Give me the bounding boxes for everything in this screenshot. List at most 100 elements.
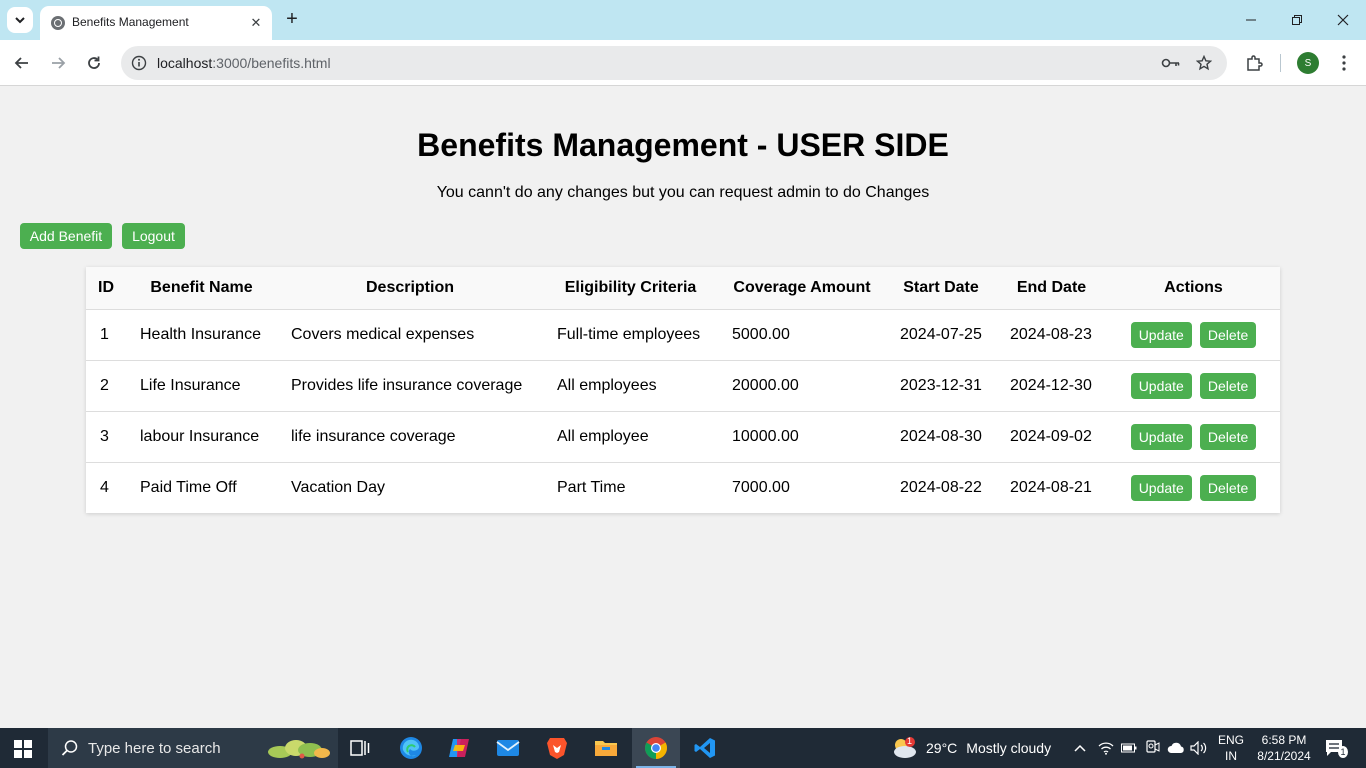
cell-actions: Update Delete [1107, 411, 1280, 463]
language-code: ENG [1218, 733, 1245, 747]
table-row: 1 Health Insurance Covers medical expens… [86, 309, 1280, 361]
copilot-icon [449, 739, 469, 757]
weather-cloud-icon [894, 737, 916, 758]
chevron-up-icon[interactable] [1071, 739, 1089, 757]
delete-button[interactable]: Delete [1199, 423, 1257, 450]
cell-actions: Update Delete [1107, 462, 1280, 513]
brave-lion-icon [547, 738, 567, 759]
cell-actions: Update Delete [1107, 309, 1280, 361]
cell-start-date: 2024-07-25 [886, 309, 996, 361]
forward-button[interactable] [45, 50, 71, 76]
chrome-icon [645, 737, 667, 759]
clock-time: 6:58 PM [1261, 733, 1307, 747]
profile-avatar[interactable]: S [1297, 52, 1319, 74]
browser-tab[interactable]: Benefits Management ✕ [40, 6, 272, 40]
onedrive-cloud-icon[interactable] [1167, 739, 1185, 757]
cell-eligibility: Part Time [557, 478, 626, 496]
header-benefit-name: Benefit Name [126, 267, 277, 310]
task-view-icon [350, 740, 370, 756]
url-text[interactable]: localhost:3000/benefits.html [157, 55, 331, 71]
taskbar-copilot[interactable] [435, 728, 483, 768]
cell-benefit-name: Life Insurance [126, 360, 277, 412]
taskbar-edge[interactable] [387, 728, 435, 768]
cell-description: Provides life insurance coverage [277, 360, 543, 412]
url-host: localhost [157, 55, 213, 71]
new-tab-button[interactable]: + [281, 8, 303, 30]
delete-button[interactable]: Delete [1199, 474, 1257, 501]
close-tab-icon[interactable]: ✕ [247, 14, 265, 32]
puzzle-icon [1247, 55, 1263, 71]
add-benefit-button[interactable]: Add Benefit [20, 223, 112, 249]
taskbar-brave[interactable] [533, 728, 581, 768]
reload-icon [88, 56, 100, 69]
password-key-icon[interactable] [1161, 53, 1181, 73]
header-actions: Actions [1107, 267, 1280, 310]
arrow-left-icon [14, 57, 28, 69]
header-id: ID [86, 267, 126, 310]
update-button[interactable]: Update [1130, 321, 1192, 348]
cell-description: Covers medical expenses [277, 309, 543, 361]
taskbar-mail[interactable] [484, 728, 532, 768]
cell-coverage-amount: 7000.00 [732, 478, 790, 496]
notification-count: 1 [1338, 746, 1348, 758]
address-bar[interactable]: localhost:3000/benefits.html [121, 46, 1227, 80]
taskbar-vscode[interactable] [681, 728, 729, 768]
cell-coverage-amount: 10000.00 [718, 411, 886, 463]
globe-icon [51, 16, 65, 30]
toolbar-separator [1280, 54, 1281, 72]
reload-button[interactable] [81, 50, 107, 76]
update-button[interactable]: Update [1130, 372, 1192, 399]
cell-benefit-name: labour Insurance [126, 411, 277, 463]
cell-start-date: 2023-12-31 [886, 360, 996, 412]
notification-center-button[interactable]: 1 [1325, 739, 1348, 758]
update-button[interactable]: Update [1130, 423, 1192, 450]
weather-widget[interactable]: 1 29°C Mostly cloudy [890, 728, 1051, 768]
browser-toolbar: localhost:3000/benefits.html S [0, 40, 1366, 86]
weather-badge: 1 [907, 736, 913, 746]
search-placeholder: Type here to search [88, 740, 221, 757]
chevron-down-icon [15, 17, 25, 24]
edge-icon [400, 737, 422, 759]
battery-icon[interactable] [1120, 739, 1138, 757]
update-button[interactable]: Update [1130, 474, 1192, 501]
delete-button[interactable]: Delete [1199, 321, 1257, 348]
windows-start-icon[interactable] [14, 740, 32, 758]
weather-condition: Mostly cloudy [966, 740, 1052, 756]
tab-search-button[interactable] [7, 7, 33, 33]
cell-id: 4 [100, 478, 109, 496]
meet-now-icon[interactable] [1144, 739, 1162, 757]
restore-icon [1292, 15, 1302, 25]
cell-description: Vacation Day [291, 478, 385, 496]
delete-button[interactable]: Delete [1199, 372, 1257, 399]
table-row: 2 Life Insurance Provides life insurance… [86, 360, 1280, 412]
cell-id: 2 [86, 360, 126, 412]
taskbar-search-box[interactable]: Type here to search [48, 728, 338, 768]
back-button[interactable] [9, 50, 35, 76]
cell-end-date: 2024-08-23 [996, 309, 1107, 361]
close-window-button[interactable] [1320, 0, 1366, 40]
language-indicator[interactable]: ENG IN [1218, 732, 1244, 764]
task-view-button[interactable] [336, 728, 384, 768]
cell-end-date: 2024-08-21 [1010, 478, 1092, 496]
page-content: Benefits Management - USER SIDE You cann… [0, 87, 1366, 728]
browser-menu-button[interactable] [1333, 52, 1355, 74]
cell-description: life insurance coverage [277, 411, 543, 463]
taskbar-file-explorer[interactable] [582, 728, 630, 768]
header-end-date: End Date [996, 267, 1107, 310]
weather-temperature: 29°C [926, 740, 958, 756]
site-info-icon[interactable] [129, 53, 149, 73]
cell-id: 3 [86, 411, 126, 463]
minimize-button[interactable] [1228, 0, 1274, 40]
search-highlight-illustration-icon [268, 740, 330, 759]
header-eligibility: Eligibility Criteria [543, 267, 718, 310]
extensions-button[interactable] [1243, 52, 1265, 74]
cell-coverage-amount: 5000.00 [718, 309, 886, 361]
bookmark-star-icon[interactable] [1194, 53, 1214, 73]
restore-button[interactable] [1274, 0, 1320, 40]
wifi-icon[interactable] [1097, 739, 1115, 757]
taskbar-clock[interactable]: 6:58 PM 8/21/2024 [1253, 732, 1315, 764]
volume-icon[interactable] [1190, 739, 1208, 757]
logout-button[interactable]: Logout [122, 223, 185, 249]
cell-eligibility: All employee [543, 411, 718, 463]
taskbar-chrome[interactable] [632, 728, 680, 768]
